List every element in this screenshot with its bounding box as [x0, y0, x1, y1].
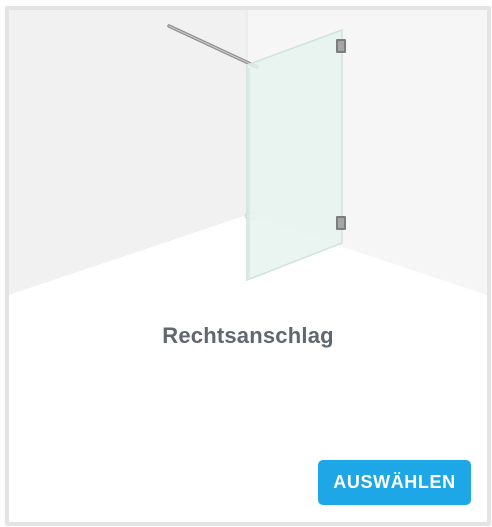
option-card[interactable]: Rechtsanschlag AUSWÄHLEN: [5, 6, 491, 526]
select-button[interactable]: AUSWÄHLEN: [318, 460, 471, 505]
shower-glass-panel-illustration: [9, 10, 487, 310]
option-title: Rechtsanschlag: [162, 323, 334, 348]
